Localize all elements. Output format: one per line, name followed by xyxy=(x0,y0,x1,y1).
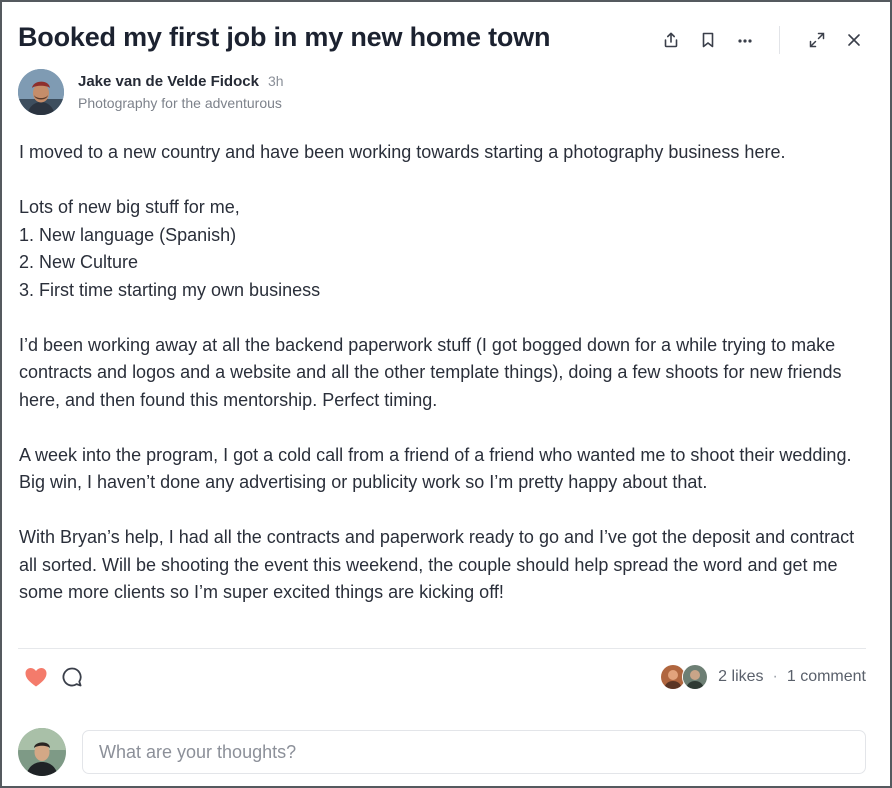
comments-count[interactable]: 1 comment xyxy=(787,668,866,686)
share-icon xyxy=(664,32,678,48)
share-button[interactable] xyxy=(657,26,685,54)
comment-composer xyxy=(18,728,866,776)
more-icon xyxy=(738,39,752,43)
post-paragraph: I’d been working away at all the backend… xyxy=(19,334,842,410)
reaction-stats: 2 likes · 1 comment xyxy=(660,664,866,690)
reactions-divider xyxy=(18,648,866,649)
heart-icon xyxy=(25,668,47,687)
post-paragraph: With Bryan’s help, I had all the contrac… xyxy=(19,527,855,602)
post-title: Booked my first job in my new home town xyxy=(18,22,551,52)
comment-icon xyxy=(62,667,82,687)
stats-separator: · xyxy=(772,668,778,685)
liker-avatars xyxy=(660,664,709,690)
author-tagline: Photography for the adventurous xyxy=(78,95,282,111)
bookmark-button[interactable] xyxy=(694,26,722,54)
post-paragraph: A week into the program, I got a cold ca… xyxy=(19,444,852,493)
reactions-bar: 2 likes · 1 comment xyxy=(22,662,866,692)
comment-button[interactable] xyxy=(58,663,86,691)
author-row: Jake van de Velde Fidock 3h Photography … xyxy=(18,69,284,115)
author-name[interactable]: Jake van de Velde Fidock xyxy=(78,73,259,90)
post-timestamp: 3h xyxy=(267,73,284,89)
post-paragraph: Lots of new big stuff for me, 1. New lan… xyxy=(19,197,321,300)
close-icon xyxy=(848,34,860,46)
current-user-avatar xyxy=(18,728,66,776)
expand-button[interactable] xyxy=(803,26,831,54)
likes-count[interactable]: 2 likes xyxy=(718,668,763,686)
close-button[interactable] xyxy=(840,26,868,54)
expand-icon xyxy=(809,32,825,48)
post-toolbar xyxy=(648,26,868,54)
more-options-button[interactable] xyxy=(731,26,759,54)
toolbar-divider xyxy=(779,26,780,54)
author-avatar[interactable] xyxy=(18,69,64,115)
comment-input[interactable] xyxy=(82,730,866,774)
liker-avatar[interactable] xyxy=(682,664,709,690)
post-modal: Booked my first job in my new home town xyxy=(0,0,892,788)
post-body: I moved to a new country and have been w… xyxy=(19,139,871,634)
like-button[interactable] xyxy=(22,663,50,691)
bookmark-icon xyxy=(702,32,714,48)
post-paragraph: I moved to a new country and have been w… xyxy=(19,142,786,162)
